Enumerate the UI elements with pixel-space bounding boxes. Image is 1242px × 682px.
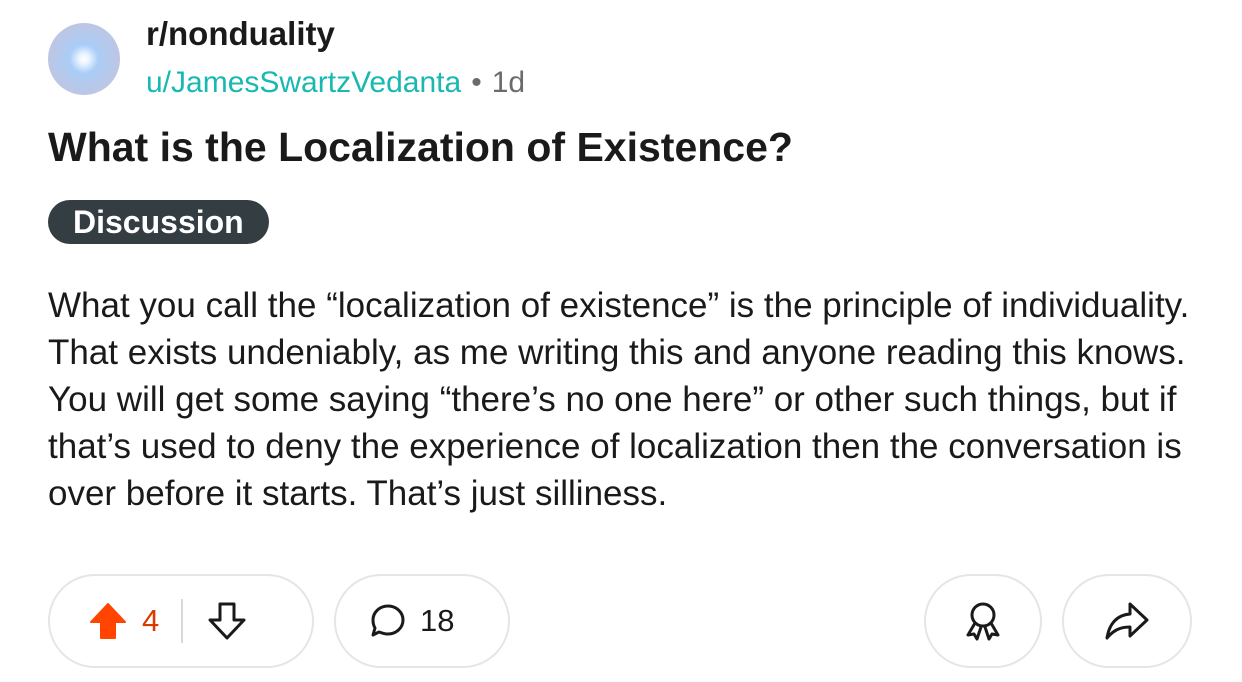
comment-icon-wrap [370,603,406,639]
award-button[interactable] [924,574,1042,668]
post-age: 1d [491,66,526,99]
downvote-button[interactable] [207,601,247,641]
downvote-icon [208,602,246,640]
comments-button[interactable]: 18 [334,574,510,668]
post-title: What is the Localization of Existence? [48,124,793,170]
comment-count: 18 [420,603,455,638]
share-icon [1105,602,1149,640]
upvote-icon [90,603,126,639]
vote-score: 4 [142,603,160,638]
subreddit-name[interactable]: r/nonduality [146,15,335,53]
upvote-button[interactable] [88,601,128,641]
post-flair[interactable]: Discussion [48,200,269,244]
vote-divider [181,599,184,643]
award-icon [966,602,1000,641]
author-username[interactable]: u/JamesSwartzVedanta [146,66,461,99]
vote-bar: 4 [48,574,314,668]
author-line: u/JamesSwartzVedanta • 1d [146,66,525,100]
post-body: What you call the “localization of exist… [48,286,1190,513]
subreddit-avatar[interactable] [48,23,120,95]
comment-icon [371,604,405,637]
share-button[interactable] [1062,574,1192,668]
meta-separator: • [471,66,482,99]
